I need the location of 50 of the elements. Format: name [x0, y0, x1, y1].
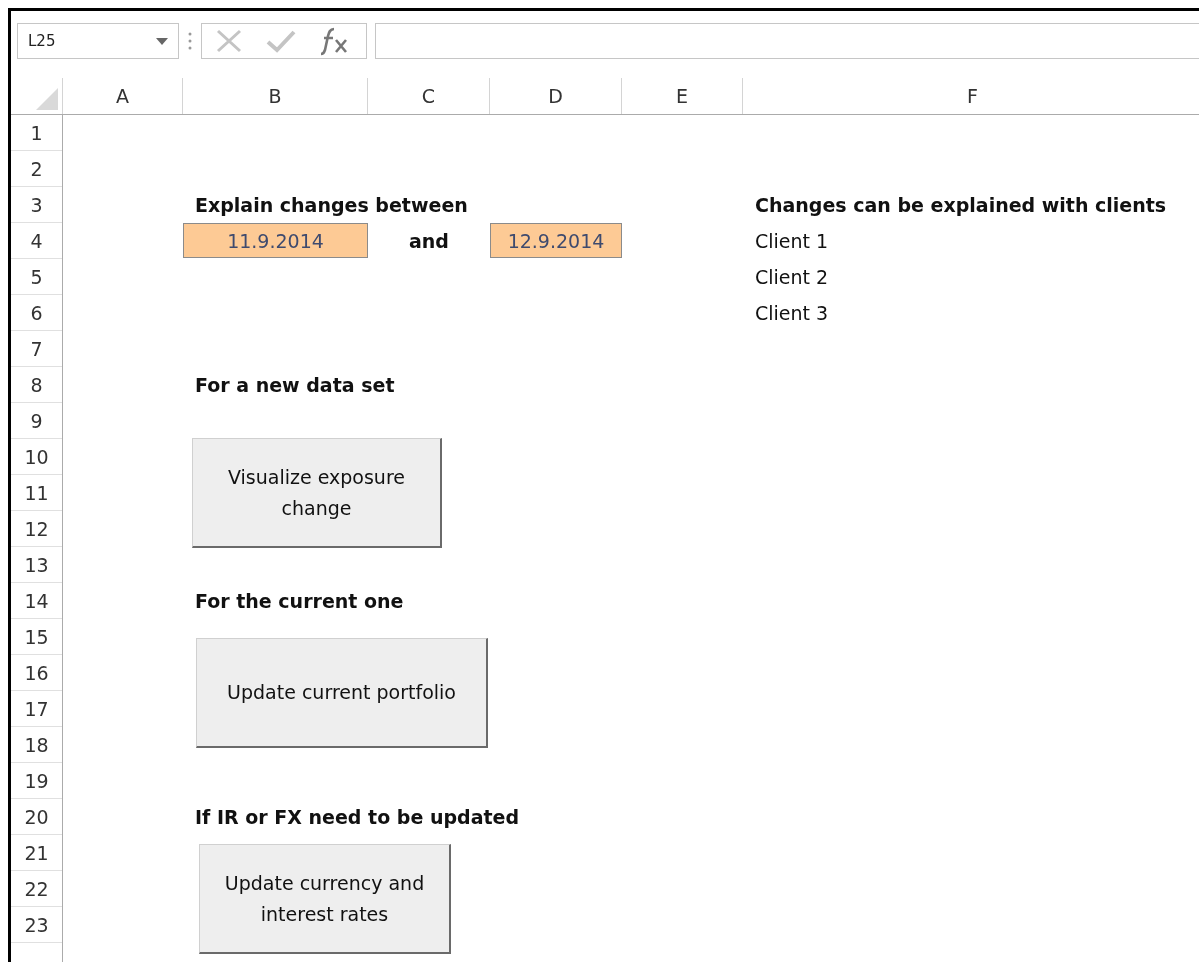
row-header[interactable]: 15 [11, 619, 62, 655]
column-header[interactable]: D [490, 78, 622, 114]
row-header[interactable]: 19 [11, 763, 62, 799]
row-header[interactable]: 4 [11, 223, 62, 259]
row-header[interactable]: 18 [11, 727, 62, 763]
cell-text: If IR or FX need to be updated [194, 805, 520, 830]
macro-button[interactable]: Update current portfolio [196, 638, 488, 748]
close-icon[interactable] [216, 29, 242, 53]
row-header[interactable]: 22 [11, 871, 62, 907]
macro-button[interactable]: Visualize exposure change [192, 438, 442, 548]
cell-text: Client 1 [754, 229, 829, 254]
cell-text: For the current one [194, 589, 404, 614]
row-header[interactable]: 10 [11, 439, 62, 475]
row-header[interactable]: 13 [11, 547, 62, 583]
column-header[interactable]: A [63, 78, 183, 114]
cell-text: Changes can be explained with clients [754, 193, 1167, 218]
cell-text: Client 3 [754, 301, 829, 326]
row-header[interactable]: 9 [11, 403, 62, 439]
column-header[interactable]: B [183, 78, 368, 114]
row-header[interactable]: 3 [11, 187, 62, 223]
grip-icon [187, 31, 193, 51]
cell-text: Explain changes between [194, 193, 468, 218]
row-header[interactable]: 21 [11, 835, 62, 871]
row-header[interactable]: 2 [11, 151, 62, 187]
name-box[interactable]: L25 [17, 23, 179, 59]
row-header[interactable]: 14 [11, 583, 62, 619]
row-header[interactable]: 6 [11, 295, 62, 331]
row-header[interactable]: 17 [11, 691, 62, 727]
dropdown-caret-icon[interactable] [156, 37, 168, 45]
formula-field[interactable] [375, 23, 1199, 59]
row-header[interactable]: 23 [11, 907, 62, 943]
macro-button[interactable]: Update currency and interest rates [199, 844, 451, 954]
row-header[interactable]: 20 [11, 799, 62, 835]
column-header[interactable]: F [743, 78, 1199, 114]
row-header[interactable]: 5 [11, 259, 62, 295]
row-header[interactable]: 8 [11, 367, 62, 403]
row-header[interactable]: 7 [11, 331, 62, 367]
date-cell: 11.9.2014 [183, 223, 368, 258]
column-header[interactable]: C [368, 78, 490, 114]
select-all-icon[interactable] [36, 88, 58, 110]
row-header[interactable]: 16 [11, 655, 62, 691]
row-header[interactable]: 12 [11, 511, 62, 547]
column-header[interactable]: E [622, 78, 743, 114]
row-header[interactable]: 1 [11, 115, 62, 151]
cell-text: and [409, 229, 449, 254]
cell-text: For a new data set [194, 373, 395, 398]
row-header[interactable]: 11 [11, 475, 62, 511]
date-cell: 12.9.2014 [490, 223, 622, 258]
cell-text: Client 2 [754, 265, 829, 290]
checkmark-icon[interactable] [266, 29, 296, 53]
